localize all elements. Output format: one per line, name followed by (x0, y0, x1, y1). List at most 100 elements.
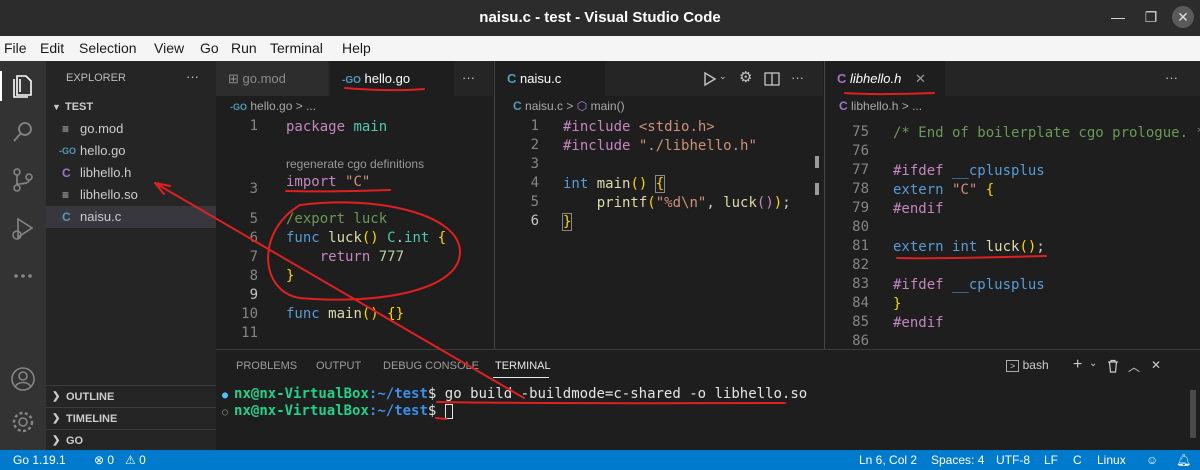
file-hello-go[interactable]: -GO hello.go (46, 140, 216, 162)
prompt-user: nx@nx-VirtualBox (234, 386, 369, 402)
source-control-icon[interactable] (8, 165, 38, 195)
folder-label: TEST (65, 101, 94, 113)
breadcrumb-file[interactable]: hello.go (250, 99, 292, 113)
close-panel-icon[interactable]: ✕ (1151, 358, 1161, 372)
run-debug-icon[interactable] (8, 213, 38, 243)
tab-debug-console[interactable]: DEBUG CONSOLE (383, 360, 479, 372)
menu-help[interactable]: Help (342, 40, 371, 56)
tab-libhello-h[interactable]: C libhello.h ✕ (825, 61, 945, 96)
tab-hello-go[interactable]: -GO hello.go (330, 61, 454, 96)
warnings-count[interactable]: ⚠ 0 (125, 453, 146, 467)
terminal-shell-selector[interactable]: > bash (1006, 358, 1049, 372)
file-naisu-c[interactable]: C naisu.c (46, 206, 216, 228)
chevron-down-icon[interactable]: ⌄ (719, 71, 727, 82)
file-go-mod[interactable]: ≡ go.mod (46, 118, 216, 140)
explorer-title: EXPLORER (66, 72, 126, 84)
tab-go-mod[interactable]: ⊞ go.mod (216, 61, 328, 96)
explorer-more-button[interactable]: ··· (186, 69, 199, 84)
menu-selection[interactable]: Selection (79, 40, 137, 56)
menu-view[interactable]: View (154, 40, 184, 56)
maximize-button[interactable]: ❐ (1140, 6, 1162, 28)
line-number: 77 (852, 162, 869, 178)
indentation[interactable]: Spaces: 4 (931, 453, 984, 467)
more-icon[interactable] (8, 261, 38, 291)
os-indicator[interactable]: Linux (1097, 453, 1126, 467)
breadcrumb-symbol[interactable]: main() (591, 99, 625, 113)
chevron-up-icon[interactable]: ︿ (1128, 358, 1140, 375)
section-outline[interactable]: ❯ OUTLINE (46, 385, 216, 407)
section-timeline[interactable]: ❯ TIMELINE (46, 407, 216, 429)
feedback-icon[interactable]: ☺ (1146, 453, 1158, 467)
code-import[interactable]: import "C" (286, 173, 370, 192)
breadcrumb-separator: > (295, 99, 303, 113)
menu-go[interactable]: Go (200, 40, 219, 56)
breadcrumb-file[interactable]: libhello.h (851, 99, 898, 113)
terminal-scrollbar[interactable] (1190, 390, 1196, 438)
chevron-right-icon: ❯ (52, 391, 61, 402)
terminal-command: go build -buildmode=c-shared -o libhello… (436, 386, 808, 402)
menu-terminal[interactable]: Terminal (270, 40, 323, 56)
files-icon[interactable] (8, 71, 38, 101)
code-export-block[interactable]: /export luck func luck() C.int { return … (286, 210, 446, 324)
breadcrumb-file[interactable]: naisu.c (525, 99, 563, 113)
go-version[interactable]: Go 1.19.1 (13, 453, 66, 467)
tab-output[interactable]: OUTPUT (316, 360, 361, 372)
terminal-line-2[interactable]: ○ nx@nx-VirtualBox:~/test$ (222, 403, 453, 419)
breadcrumb-tail[interactable]: ... (912, 99, 922, 113)
tab-problems[interactable]: PROBLEMS (236, 360, 297, 372)
code-naisu-c[interactable]: #include <stdio.h> #include "./libhello.… (561, 118, 791, 232)
editor-more-button[interactable]: ··· (1165, 70, 1178, 85)
line-number: 5 (530, 194, 539, 210)
file-libhello-h[interactable]: C libhello.h (46, 162, 216, 184)
status-bar: Go 1.19.1 ⊗ 0 ⚠ 0 Ln 6, Col 2 Spaces: 4 … (0, 450, 1200, 470)
gear-icon[interactable] (8, 407, 38, 437)
code-libhello-h[interactable]: /* End of boilerplate cgo prologue. */ #… (893, 124, 1200, 333)
scroll-marker (815, 183, 819, 195)
tab-naisu-c[interactable]: C naisu.c (495, 61, 605, 96)
editor-more-button[interactable]: ··· (462, 70, 475, 85)
trash-icon[interactable] (1106, 359, 1120, 373)
file-lines-icon: ≡ (62, 188, 70, 202)
close-icon[interactable]: ✕ (915, 71, 926, 86)
line-number: 78 (852, 181, 869, 197)
bell-icon[interactable]: 🔔︎ (1176, 453, 1191, 467)
line-number: 10 (241, 306, 258, 322)
eol[interactable]: LF (1044, 453, 1058, 467)
editor-group-naisu-c: C naisu.c ⌄ ⚙ ··· C naisu.c > ⬡ main() 1… (494, 61, 823, 349)
close-window-button[interactable]: ✕ (1172, 6, 1194, 28)
line-number: 3 (249, 181, 258, 197)
menu-run[interactable]: Run (231, 40, 257, 56)
file-libhello-so[interactable]: ≡ libhello.so (46, 184, 216, 206)
section-go[interactable]: ❯ GO (46, 429, 216, 451)
split-editor-icon[interactable] (763, 70, 781, 88)
title-bar: naisu.c - test - Visual Studio Code — ❐ … (0, 0, 1200, 36)
menu-edit[interactable]: Edit (40, 40, 64, 56)
editor-more-button[interactable]: ··· (791, 70, 804, 85)
menu-file[interactable]: File (4, 40, 27, 56)
add-terminal-icon[interactable]: + (1073, 356, 1082, 374)
tab-terminal[interactable]: TERMINAL (495, 360, 551, 372)
account-icon[interactable] (8, 364, 38, 394)
search-icon[interactable] (8, 117, 38, 147)
line-number: 2 (530, 137, 539, 153)
menu-bar: File Edit Selection View Go Run Terminal… (0, 36, 1200, 61)
errors-count[interactable]: ⊗ 0 (94, 453, 114, 467)
tab-label: libhello.h (850, 71, 902, 86)
terminal-line-1[interactable]: ● nx@nx-VirtualBox:~/test$ go build -bui… (222, 386, 807, 402)
folder-test[interactable]: ▼ TEST (46, 97, 216, 117)
cursor-position[interactable]: Ln 6, Col 2 (859, 453, 917, 467)
line-number: 1 (249, 118, 258, 134)
file-label: libhello.h (80, 165, 132, 180)
line-number: 76 (852, 143, 869, 159)
code-hello-go[interactable]: package main (286, 118, 387, 175)
prompt-path: :~/test (368, 403, 428, 419)
minimize-button[interactable]: — (1107, 6, 1129, 28)
encoding[interactable]: UTF-8 (996, 453, 1030, 467)
language-mode[interactable]: C (1073, 453, 1082, 467)
terminal-icon: > (1006, 360, 1020, 372)
run-icon[interactable] (700, 70, 718, 88)
chevron-down-icon[interactable]: ⌄ (1089, 358, 1097, 369)
go-file-icon: -GO (230, 102, 247, 112)
breadcrumb-tail[interactable]: ... (306, 99, 316, 113)
settings-gear-icon[interactable]: ⚙ (739, 68, 752, 86)
